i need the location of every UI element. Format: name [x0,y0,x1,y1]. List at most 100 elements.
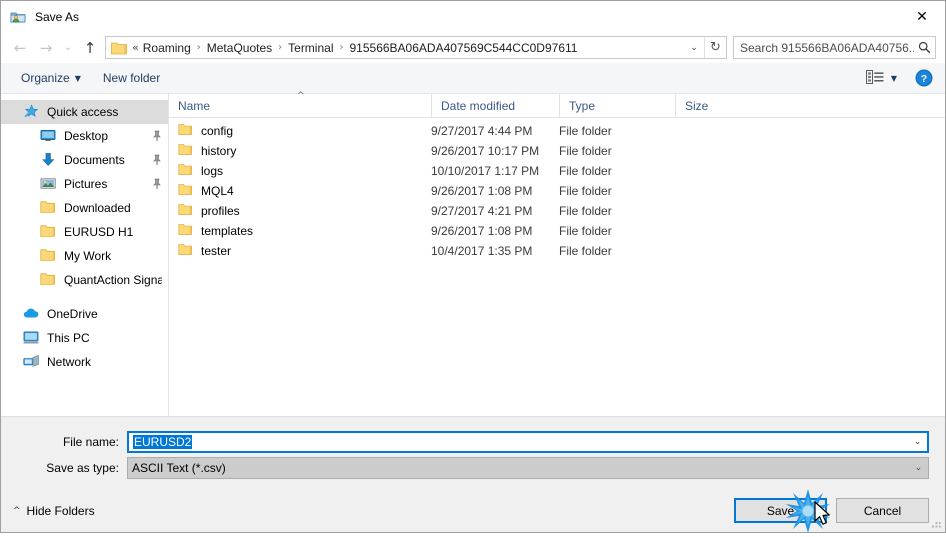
file-name-label: logs [201,164,224,178]
save-as-folder-person-icon [10,9,26,25]
sidebar-item-documents[interactable]: Documents [1,148,168,172]
breadcrumb-separator-icon: › [278,42,283,53]
column-header-size[interactable]: Size [675,93,755,118]
file-type-cell: File folder [559,164,612,178]
file-name-cell: templates [169,221,431,241]
file-name-cell: config [169,121,431,141]
recent-locations-button[interactable]: ⌄ [59,36,77,60]
up-button[interactable]: ↑ [77,36,103,60]
chevron-down-icon: ⌄ [63,42,73,53]
onedrive-cloud-icon [23,306,41,322]
refresh-icon: ↻ [710,40,721,55]
search-box[interactable]: Search 915566BA06ADA40756... [733,36,936,59]
save-as-type-value: ASCII Text (*.csv) [132,461,226,475]
file-name-combobox[interactable]: EURUSD2 ⌄ [127,431,929,453]
file-size-cell [675,161,755,181]
close-button[interactable]: ✕ [899,1,945,32]
breadcrumb-item-1[interactable]: MetaQuotes [205,41,274,55]
folder-icon [40,272,58,288]
breadcrumb-separator-icon: › [339,42,344,53]
sidebar-item-network[interactable]: Network [1,350,168,374]
folder-icon [178,223,193,239]
file-size-cell [675,201,755,221]
close-icon: ✕ [916,8,928,25]
file-size-cell [675,181,755,201]
table-row[interactable]: config 9/27/2017 4:44 PM File folder [169,121,945,141]
breadcrumb-overflow[interactable]: « [130,41,141,54]
table-row[interactable]: templates 9/26/2017 1:08 PM File folder [169,221,945,241]
file-size-cell [675,141,755,161]
sidebar-item-pictures[interactable]: Pictures [1,172,168,196]
new-folder-button[interactable]: New folder [97,68,166,88]
column-header-name[interactable]: Name ^ [169,91,431,118]
folder-icon [40,200,58,216]
sidebar-item-quick-access[interactable]: Quick access [1,100,168,124]
table-row[interactable]: MQL4 9/26/2017 1:08 PM File folder [169,181,945,201]
file-name-input[interactable]: EURUSD2 [129,435,908,449]
sidebar-item-desktop[interactable]: Desktop [1,124,168,148]
breadcrumb-item-3[interactable]: 915566BA06ADA407569C544CC0D97611 [348,41,580,55]
breadcrumb-item-0[interactable]: Roaming [141,41,193,55]
column-header-type[interactable]: Type [559,93,675,118]
arrow-up-icon: ↑ [83,38,97,57]
folder-icon [178,163,193,179]
address-dropdown-button[interactable]: ⌄ [684,37,704,58]
search-input[interactable]: Search 915566BA06ADA40756... [734,41,914,55]
file-name-cell: profiles [169,201,431,221]
this-pc-icon [23,330,41,346]
sidebar-item-downloaded[interactable]: Downloaded [1,196,168,220]
chevron-down-icon[interactable]: ⌄ [908,437,927,447]
file-type-cell: File folder [559,124,612,138]
sidebar-item-label: My Work [64,249,112,263]
sidebar-item-onedrive[interactable]: OneDrive [1,302,168,326]
table-row[interactable]: tester 10/4/2017 1:35 PM File folder [169,241,945,261]
address-bar[interactable]: « Roaming › MetaQuotes › Terminal › 9155… [105,36,727,59]
pictures-icon [40,176,58,192]
dialog-footer: ^ Hide Folders Save Cancel [1,489,945,532]
column-header-date-modified[interactable]: Date modified [431,93,559,118]
change-view-button[interactable]: ▼ [862,67,901,90]
folder-icon [40,224,58,240]
breadcrumb-item-2[interactable]: Terminal [286,41,335,55]
refresh-button[interactable]: ↻ [704,37,726,58]
new-folder-label: New folder [102,71,161,85]
chevron-up-icon: ^ [13,505,21,516]
sidebar-item-my-work[interactable]: My Work [1,244,168,268]
table-row[interactable]: history 9/26/2017 10:17 PM File folder [169,141,945,161]
cancel-button[interactable]: Cancel [836,498,929,523]
sidebar-item-this-pc[interactable]: This PC [1,326,168,350]
breadcrumb-separator-icon: › [196,42,201,53]
folder-icon [178,183,193,199]
file-name-label: profiles [201,204,240,218]
file-size-cell [675,241,755,261]
forward-button[interactable]: → [33,36,59,60]
save-as-type-combobox[interactable]: ASCII Text (*.csv) ⌄ [127,457,929,479]
pin-icon[interactable] [152,178,162,190]
file-date-cell: 10/4/2017 1:35 PM [431,244,533,258]
sidebar-item-eurusd-h1[interactable]: EURUSD H1 [1,220,168,244]
save-button[interactable]: Save [734,498,827,523]
pin-icon[interactable] [152,154,162,166]
table-row[interactable]: logs 10/10/2017 1:17 PM File folder [169,161,945,181]
sidebar-item-label: This PC [47,331,90,345]
resize-grip-icon[interactable] [928,516,941,529]
network-icon [23,354,41,370]
file-type-cell: File folder [559,224,612,238]
file-rows: config 9/27/2017 4:44 PM File folder his… [169,118,945,416]
chevron-down-icon[interactable]: ⌄ [909,463,928,473]
file-name-value: EURUSD2 [133,435,193,449]
table-row[interactable]: profiles 9/27/2017 4:21 PM File folder [169,201,945,221]
sidebar-item-label: Documents [64,153,125,167]
navigation-bar: ← → ⌄ ↑ « Roaming › MetaQuotes › Termina… [1,32,945,63]
folder-icon [111,41,127,55]
organize-button[interactable]: Organize ▼ [15,68,87,88]
file-size-cell [675,221,755,241]
pin-icon[interactable] [152,130,162,142]
file-type-cell: File folder [559,244,612,258]
help-button[interactable]: ? [915,69,933,87]
back-button[interactable]: ← [7,36,33,60]
sidebar-item-quantaction-signal[interactable]: QuantAction Signal [1,268,168,292]
sidebar-item-label: Downloaded [64,201,131,215]
hide-folders-button[interactable]: ^ Hide Folders [13,504,95,518]
title-bar: Save As ✕ [1,1,945,32]
